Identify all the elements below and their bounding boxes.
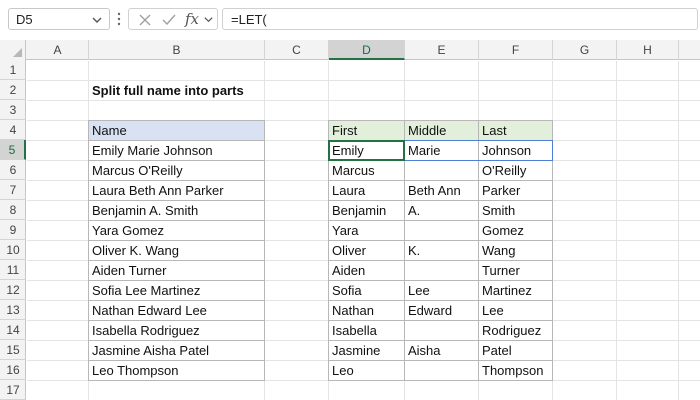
row-header-10[interactable]: 10	[0, 240, 26, 260]
row-header-8[interactable]: 8	[0, 200, 26, 220]
names-table-header[interactable]: Name	[89, 121, 265, 141]
column-header-e[interactable]: E	[405, 40, 479, 60]
parts-table-cell[interactable]: Emily	[329, 141, 405, 161]
parts-table-cell[interactable]: Lee	[479, 301, 553, 321]
cell-grid[interactable]: Split full name into parts Name Emily Mari…	[27, 61, 700, 400]
parts-table-cell[interactable]: Edward	[405, 301, 479, 321]
close-icon[interactable]	[137, 12, 153, 28]
formula-input[interactable]: =LET(	[222, 8, 698, 30]
row-header-12[interactable]: 12	[0, 280, 26, 300]
parts-table-cell[interactable]: Johnson	[479, 141, 553, 161]
row-header-1[interactable]: 1	[0, 60, 26, 80]
row-header-4[interactable]: 4	[0, 120, 26, 140]
sheet-title[interactable]: Split full name into parts	[92, 81, 244, 101]
parts-table-cell[interactable]: Turner	[479, 261, 553, 281]
parts-table-header-first[interactable]: First	[329, 121, 405, 141]
vertical-dots-icon[interactable]	[116, 10, 122, 28]
names-table-cell[interactable]: Laura Beth Ann Parker	[89, 181, 265, 201]
column-header-a[interactable]: A	[27, 40, 89, 60]
parts-table-header-middle[interactable]: Middle	[405, 121, 479, 141]
row-header-15[interactable]: 15	[0, 340, 26, 360]
parts-table-cell[interactable]: Marcus	[329, 161, 405, 181]
names-table-cell[interactable]: Jasmine Aisha Patel	[89, 341, 265, 361]
parts-table-cell[interactable]: Smith	[479, 201, 553, 221]
parts-table-cell[interactable]: Laura	[329, 181, 405, 201]
column-header-h[interactable]: H	[617, 40, 679, 60]
names-table-cell[interactable]: Oliver K. Wang	[89, 241, 265, 261]
parts-table-cell[interactable]: Jasmine	[329, 341, 405, 361]
row-header-6[interactable]: 6	[0, 160, 26, 180]
column-header-b[interactable]: B	[89, 40, 265, 60]
parts-table-cell[interactable]: Isabella	[329, 321, 405, 341]
parts-table-cell[interactable]	[405, 221, 479, 241]
parts-table-cell[interactable]: Oliver	[329, 241, 405, 261]
parts-table-cell[interactable]: Wang	[479, 241, 553, 261]
select-all-triangle-icon	[13, 48, 22, 57]
parts-table-cell[interactable]: Leo	[329, 361, 405, 381]
parts-table-cell[interactable]: Beth Ann	[405, 181, 479, 201]
names-table-cell[interactable]: Yara Gomez	[89, 221, 265, 241]
formula-text[interactable]: =LET(	[231, 12, 267, 27]
column-header-c[interactable]: C	[265, 40, 329, 60]
parts-table-cell[interactable]	[405, 261, 479, 281]
names-table-cell[interactable]: Emily Marie Johnson	[89, 141, 265, 161]
row-header-17[interactable]: 17	[0, 380, 26, 400]
names-table-cell[interactable]: Aiden Turner	[89, 261, 265, 281]
row-header-14[interactable]: 14	[0, 320, 26, 340]
parts-table-cell[interactable]: Patel	[479, 341, 553, 361]
formula-buttons: fx	[128, 8, 218, 30]
parts-table-cell[interactable]: Sofia	[329, 281, 405, 301]
row-header-5[interactable]: 5	[0, 140, 26, 160]
row-header-13[interactable]: 13	[0, 300, 26, 320]
names-table-cell[interactable]: Nathan Edward Lee	[89, 301, 265, 321]
parts-table-cell[interactable]: Rodriguez	[479, 321, 553, 341]
parts-table-cell[interactable]: Thompson	[479, 361, 553, 381]
parts-table-header-last[interactable]: Last	[479, 121, 553, 141]
names-table-cell[interactable]: Marcus O'Reilly	[89, 161, 265, 181]
formula-bar: D5 fx =LET(	[0, 0, 700, 38]
parts-table-cell[interactable]: Lee	[405, 281, 479, 301]
column-headers: ABCDEFGH	[0, 40, 700, 60]
names-table-cell[interactable]: Leo Thompson	[89, 361, 265, 381]
parts-table-cell[interactable]: Gomez	[479, 221, 553, 241]
select-all-button[interactable]	[0, 40, 26, 60]
parts-table-cell[interactable]: Aiden	[329, 261, 405, 281]
row-header-16[interactable]: 16	[0, 360, 26, 380]
parts-table-cell[interactable]: Martinez	[479, 281, 553, 301]
names-table-cell[interactable]: Isabella Rodriguez	[89, 321, 265, 341]
parts-table-cell[interactable]: A.	[405, 201, 479, 221]
parts-table-cell[interactable]: Nathan	[329, 301, 405, 321]
row-header-9[interactable]: 9	[0, 220, 26, 240]
column-header-f[interactable]: F	[479, 40, 553, 60]
parts-table-cell[interactable]: Parker	[479, 181, 553, 201]
names-table-cell[interactable]: Sofia Lee Martinez	[89, 281, 265, 301]
parts-table-cell[interactable]: Marie	[405, 141, 479, 161]
parts-table-cell[interactable]: K.	[405, 241, 479, 261]
parts-table-cell[interactable]: Benjamin	[329, 201, 405, 221]
names-table-cell[interactable]: Benjamin A. Smith	[89, 201, 265, 221]
parts-table-cell[interactable]	[405, 361, 479, 381]
parts-table-cell[interactable]	[405, 161, 479, 181]
check-icon[interactable]	[161, 12, 177, 28]
gridline-vertical	[678, 61, 679, 400]
row-headers: 1 2 3 4 5 6 7 8 9 10 11 12 13 14 15 16 17	[0, 60, 26, 400]
gridline-vertical	[616, 61, 617, 400]
parts-table-cell[interactable]: Yara	[329, 221, 405, 241]
chevron-down-icon[interactable]	[91, 14, 103, 26]
fx-icon[interactable]: fx	[185, 9, 199, 29]
row-header-7[interactable]: 7	[0, 180, 26, 200]
row-header-2[interactable]: 2	[0, 80, 26, 100]
column-header-g[interactable]: G	[553, 40, 617, 60]
row-header-11[interactable]: 11	[0, 260, 26, 280]
parts-table-cell[interactable]: O'Reilly	[479, 161, 553, 181]
name-box-value[interactable]: D5	[16, 12, 33, 27]
parts-table-cell[interactable]	[405, 321, 479, 341]
row-header-3[interactable]: 3	[0, 100, 26, 120]
column-header-d[interactable]: D	[329, 40, 405, 60]
chevron-down-icon[interactable]	[203, 14, 214, 25]
parts-table-cell[interactable]: Aisha	[405, 341, 479, 361]
name-box[interactable]: D5	[8, 8, 110, 30]
